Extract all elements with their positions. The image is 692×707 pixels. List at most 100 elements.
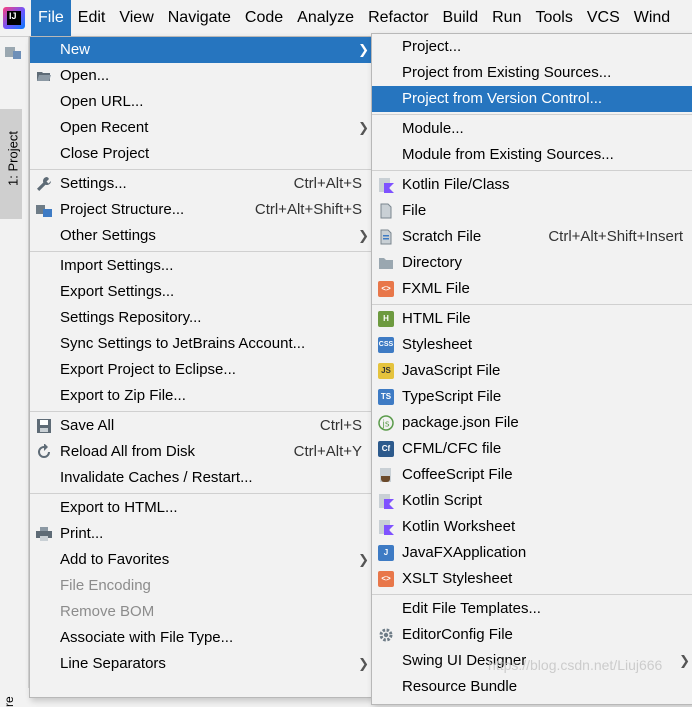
project-vcs-label: Project from Version Control...: [402, 90, 603, 107]
project-structure-shortcut: Ctrl+Alt+Shift+S: [254, 201, 362, 218]
submenu-arrow-icon: ❯: [679, 653, 690, 668]
kotlin-script-icon: [379, 494, 394, 509]
file-menu-open-url[interactable]: Open URL...: [30, 89, 372, 115]
menu-separator: [372, 114, 692, 115]
save-all-label: Save All: [60, 417, 115, 434]
module-label: Module...: [402, 120, 464, 137]
file-menu-settings[interactable]: Settings... Ctrl+Alt+S: [30, 171, 372, 197]
logo-letters: IJ: [9, 11, 17, 21]
refresh-icon: [38, 444, 50, 458]
new-menu-coffeescript-file[interactable]: CoffeeScript File: [372, 462, 692, 488]
new-menu-html-file[interactable]: H HTML File: [372, 306, 692, 332]
scratch-file-icon: [380, 229, 392, 245]
new-menu-typescript-file[interactable]: TS TypeScript File: [372, 384, 692, 410]
menu-analyze[interactable]: Analyze: [290, 0, 361, 36]
new-menu-scratch-file[interactable]: Scratch File Ctrl+Alt+Shift+Insert: [372, 224, 692, 250]
file-menu-save-all[interactable]: Save All Ctrl+S: [30, 413, 372, 439]
xslt-label: XSLT Stylesheet: [402, 570, 513, 587]
file-menu-import-settings[interactable]: Import Settings...: [30, 253, 372, 279]
export-eclipse-label: Export Project to Eclipse...: [60, 361, 236, 378]
new-menu-stylesheet[interactable]: CSS Stylesheet: [372, 332, 692, 358]
file-menu-close-project[interactable]: Close Project: [30, 141, 372, 167]
menu-separator: [372, 170, 692, 171]
new-menu-cfml-file[interactable]: Cf CFML/CFC file: [372, 436, 692, 462]
import-settings-label: Import Settings...: [60, 257, 174, 274]
file-menu-line-separators[interactable]: Line Separators ❯: [30, 651, 372, 677]
menu-window[interactable]: Wind: [627, 0, 677, 36]
file-menu-other-settings[interactable]: Other Settings ❯: [30, 223, 372, 249]
menu-navigate[interactable]: Navigate: [161, 0, 238, 36]
new-menu-javafx-application[interactable]: J JavaFXApplication: [372, 540, 692, 566]
menu-file[interactable]: File: [31, 0, 71, 36]
project-label: Project...: [402, 38, 462, 55]
new-menu-package-json[interactable]: js package.json File: [372, 410, 692, 436]
file-menu-export-zip[interactable]: Export to Zip File...: [30, 383, 372, 409]
new-menu-directory[interactable]: Directory: [372, 250, 692, 276]
css-file-icon: CSS: [378, 337, 394, 353]
menu-run[interactable]: Run: [485, 0, 528, 36]
file-menu-add-favorites[interactable]: Add to Favorites ❯: [30, 547, 372, 573]
open-url-label: Open URL...: [60, 93, 144, 110]
file-menu-associate-file-type[interactable]: Associate with File Type...: [30, 625, 372, 651]
file-menu-print[interactable]: Print...: [30, 521, 372, 547]
menu-view[interactable]: View: [112, 0, 160, 36]
new-menu-module[interactable]: Module...: [372, 116, 692, 142]
stylesheet-label: Stylesheet: [402, 336, 473, 353]
new-menu-editorconfig[interactable]: EditorConfig File: [372, 622, 692, 648]
html-file-icon: H: [378, 311, 394, 327]
file-menu-reload[interactable]: Reload All from Disk Ctrl+Alt+Y: [30, 439, 372, 465]
bottom-tool-label[interactable]: re: [2, 696, 16, 707]
new-menu-kotlin-script[interactable]: Kotlin Script: [372, 488, 692, 514]
project-tool-window-tab[interactable]: 1: Project: [0, 109, 22, 219]
cfml-file-icon: Cf: [378, 441, 394, 457]
menu-separator: [30, 493, 372, 494]
new-menu-file[interactable]: File: [372, 198, 692, 224]
javafx-icon: J: [378, 545, 394, 561]
new-menu-kotlin-worksheet[interactable]: Kotlin Worksheet: [372, 514, 692, 540]
file-menu-settings-repository[interactable]: Settings Repository...: [30, 305, 372, 331]
nodejs-icon: js: [378, 415, 394, 431]
menu-refactor[interactable]: Refactor: [361, 0, 435, 36]
export-settings-label: Export Settings...: [60, 283, 175, 300]
submenu-arrow-icon: ❯: [358, 228, 369, 243]
menu-build[interactable]: Build: [436, 0, 486, 36]
submenu-arrow-icon: ❯: [358, 120, 369, 135]
file-menu-project-structure[interactable]: Project Structure... Ctrl+Alt+Shift+S: [30, 197, 372, 223]
menu-edit[interactable]: Edit: [71, 0, 113, 36]
new-menu-edit-templates[interactable]: Edit File Templates...: [372, 596, 692, 622]
menu-vcs[interactable]: VCS: [580, 0, 627, 36]
project-structure-icon: [36, 205, 52, 217]
new-menu-project-existing[interactable]: Project from Existing Sources...: [372, 60, 692, 86]
new-menu-module-existing[interactable]: Module from Existing Sources...: [372, 142, 692, 168]
new-menu-kotlin-file[interactable]: Kotlin File/Class: [372, 172, 692, 198]
save-icon: [37, 419, 51, 433]
file-menu-remove-bom: Remove BOM: [30, 599, 372, 625]
scratch-file-label: Scratch File: [402, 228, 482, 245]
file-menu-export-eclipse[interactable]: Export Project to Eclipse...: [30, 357, 372, 383]
file-menu-open-recent[interactable]: Open Recent ❯: [30, 115, 372, 141]
menu-separator: [372, 594, 692, 595]
new-menu-fxml-file[interactable]: <> FXML File: [372, 276, 692, 302]
file-menu-export-settings[interactable]: Export Settings...: [30, 279, 372, 305]
menu-code[interactable]: Code: [238, 0, 290, 36]
other-settings-label: Other Settings: [60, 227, 156, 244]
file-menu-export-html[interactable]: Export to HTML...: [30, 495, 372, 521]
typescript-file-label: TypeScript File: [402, 388, 502, 405]
invalidate-label: Invalidate Caches / Restart...: [60, 469, 253, 486]
new-menu-project-vcs[interactable]: Project from Version Control...: [372, 86, 692, 112]
file-menu-open[interactable]: Open...: [30, 63, 372, 89]
new-menu-javascript-file[interactable]: JS JavaScript File: [372, 358, 692, 384]
file-menu-sync-settings[interactable]: Sync Settings to JetBrains Account...: [30, 331, 372, 357]
open-label: Open...: [60, 67, 110, 84]
reload-shortcut: Ctrl+Alt+Y: [293, 443, 362, 460]
new-menu-project[interactable]: Project...: [372, 34, 692, 60]
file-menu-invalidate-caches[interactable]: Invalidate Caches / Restart...: [30, 465, 372, 491]
scratch-file-shortcut: Ctrl+Alt+Shift+Insert: [548, 228, 683, 245]
project-structure-icon[interactable]: [5, 45, 21, 59]
file-menu-new[interactable]: New ❯: [30, 37, 372, 63]
gear-icon: [379, 628, 393, 642]
editorconfig-label: EditorConfig File: [402, 626, 513, 643]
new-menu-resource-bundle[interactable]: Resource Bundle: [372, 674, 692, 700]
new-menu-xslt-stylesheet[interactable]: <> XSLT Stylesheet: [372, 566, 692, 592]
menu-tools[interactable]: Tools: [528, 0, 579, 36]
